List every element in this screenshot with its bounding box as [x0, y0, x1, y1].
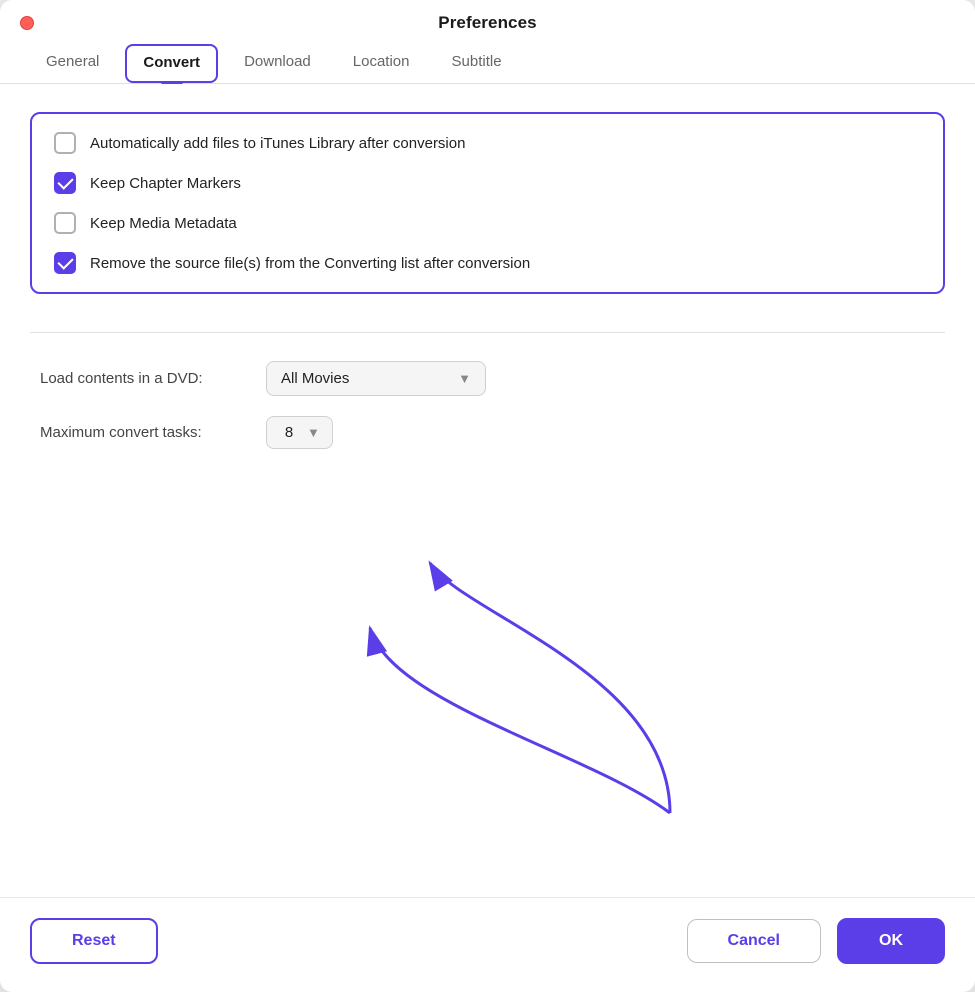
- tasks-label: Maximum convert tasks:: [40, 424, 250, 441]
- cancel-button[interactable]: Cancel: [687, 919, 821, 963]
- checkbox-chapter[interactable]: [54, 172, 76, 194]
- divider: [30, 332, 945, 333]
- tab-download[interactable]: Download: [228, 45, 327, 82]
- annotation-area: [30, 449, 945, 877]
- title-bar: Preferences: [0, 0, 975, 38]
- tasks-setting-row: Maximum convert tasks: 8 ▼: [40, 416, 945, 449]
- settings-section: Load contents in a DVD: All Movies ▼ Max…: [30, 361, 945, 449]
- tasks-stepper[interactable]: 8 ▼: [266, 416, 333, 449]
- option-metadata-label: Keep Media Metadata: [90, 215, 237, 232]
- option-metadata: Keep Media Metadata: [54, 212, 921, 234]
- options-box: Automatically add files to iTunes Librar…: [30, 112, 945, 294]
- dvd-dropdown-value: All Movies: [281, 370, 349, 387]
- footer: Reset Cancel OK: [0, 897, 975, 992]
- ok-button[interactable]: OK: [837, 918, 945, 964]
- option-chapter-label: Keep Chapter Markers: [90, 175, 241, 192]
- chevron-down-icon: ▼: [458, 371, 471, 386]
- preferences-window: Preferences General Convert Download Loc…: [0, 0, 975, 992]
- tab-location[interactable]: Location: [337, 45, 426, 82]
- window-title: Preferences: [438, 13, 536, 33]
- checkbox-metadata[interactable]: [54, 212, 76, 234]
- option-remove-label: Remove the source file(s) from the Conve…: [90, 255, 530, 272]
- checkbox-itunes[interactable]: [54, 132, 76, 154]
- dvd-dropdown[interactable]: All Movies ▼: [266, 361, 486, 396]
- tab-general[interactable]: General: [30, 45, 115, 82]
- option-chapter: Keep Chapter Markers: [54, 172, 921, 194]
- tabs-bar: General Convert Download Location Subtit…: [0, 38, 975, 84]
- option-itunes-label: Automatically add files to iTunes Librar…: [90, 135, 465, 152]
- annotation-arrows: [30, 449, 945, 877]
- tab-subtitle[interactable]: Subtitle: [436, 45, 518, 82]
- content-area: Automatically add files to iTunes Librar…: [0, 84, 975, 897]
- reset-button[interactable]: Reset: [30, 918, 158, 964]
- tasks-value: 8: [279, 424, 299, 441]
- tab-convert[interactable]: Convert: [125, 44, 218, 83]
- option-remove: Remove the source file(s) from the Conve…: [54, 252, 921, 274]
- dvd-setting-row: Load contents in a DVD: All Movies ▼: [40, 361, 945, 396]
- dvd-label: Load contents in a DVD:: [40, 370, 250, 387]
- option-itunes: Automatically add files to iTunes Librar…: [54, 132, 921, 154]
- close-button[interactable]: [20, 16, 34, 30]
- footer-right: Cancel OK: [687, 918, 945, 964]
- checkbox-remove[interactable]: [54, 252, 76, 274]
- chevron-down-icon: ▼: [307, 425, 320, 440]
